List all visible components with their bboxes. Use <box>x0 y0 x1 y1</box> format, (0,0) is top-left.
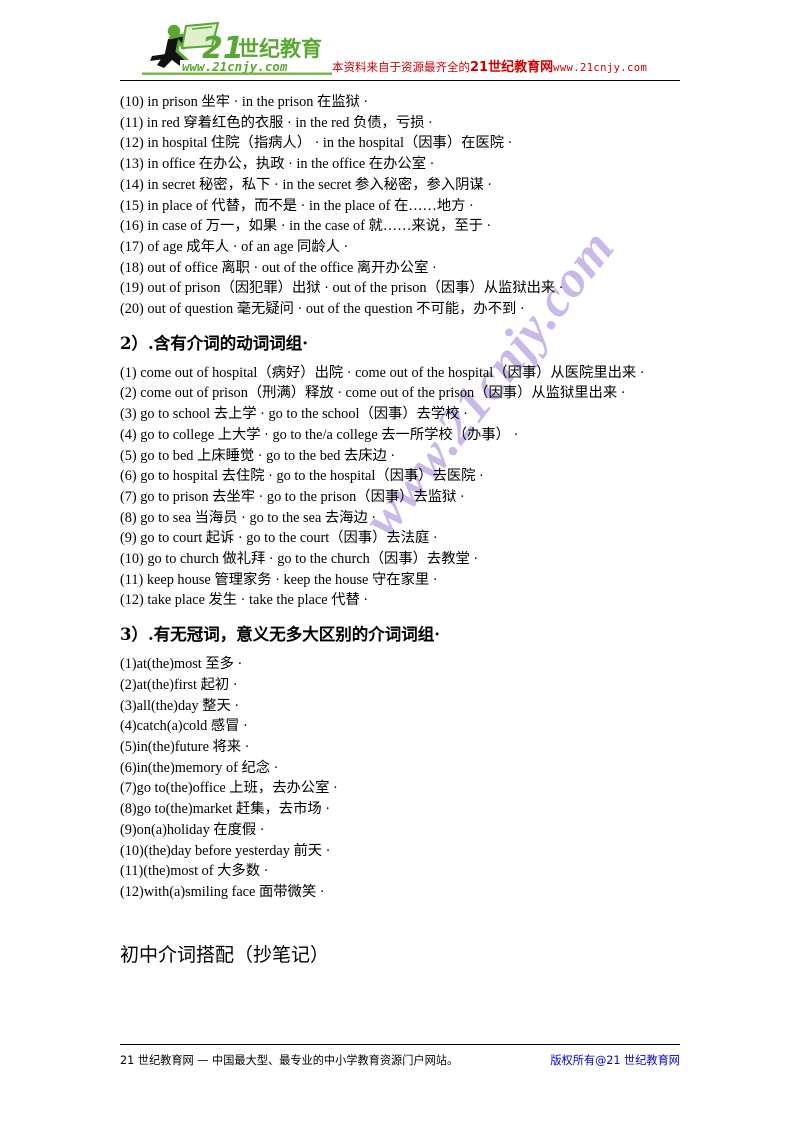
list-item: (2)at(the)first 起初 · <box>120 676 238 693</box>
list-item: (10)(the)day before yesterday 前天 · <box>120 842 331 859</box>
list-item: (20) out of question 毫无疑问 · out of the q… <box>120 301 525 318</box>
list-item: (6) go to hospital 去住院 · go to the hospi… <box>120 468 484 485</box>
list-item: (8) go to sea 当海员 · go to the sea 去海边 · <box>120 509 377 526</box>
list-item: (2) come out of prison（刑满）释放 · come out … <box>120 385 626 402</box>
document-subtitle: 初中介词搭配（抄笔记） <box>120 943 330 966</box>
document-body: (10) in prison 坐牢 · in the prison 在监狱 · … <box>120 92 680 969</box>
list-item: (10) in prison 坐牢 · in the prison 在监狱 · <box>120 94 369 110</box>
list-item: (8)go to(the)market 赶集，去市场 · <box>120 801 331 818</box>
section-heading-3: 3）.有无冠词，意义无多大区别的介词词组· <box>120 625 440 645</box>
page-footer: 21 世纪教育网 — 中国最大型、最专业的中小学教育资源门户网站。 版权所有@2… <box>120 1052 680 1068</box>
list-item: (3) go to school 去上学 · go to the school（… <box>120 406 468 423</box>
verb-phrases-group: (1) come out of hospital（病好）出院 · come ou… <box>120 363 680 611</box>
list-item: (4)catch(a)cold 感冒 · <box>120 718 248 735</box>
list-item: (5)in(the)future 将来 · <box>120 738 250 755</box>
prepositional-phrases-group: (10) in prison 坐牢 · in the prison 在监狱 · … <box>120 92 680 320</box>
list-item: (7)go to(the)office 上班，去办公室 · <box>120 780 338 797</box>
header-note-brand: 21世纪教育网 <box>470 60 554 75</box>
list-item: (12)with(a)smiling face 面带微笑 · <box>120 883 325 900</box>
svg-text:www.21cnjy.com: www.21cnjy.com <box>182 59 288 74</box>
list-item: (12) in hospital 住院（指病人） · in the hospit… <box>120 135 513 152</box>
list-item: (1)at(the)most 至多 · <box>120 656 243 673</box>
document-page: 21 世纪教育 www.21cnjy.com 本资料来自于资源最齐全的21世纪教… <box>0 0 794 1123</box>
list-item: (15) in place of 代替，而不是 · in the place o… <box>120 197 474 214</box>
footer-description: 21 世纪教育网 — 中国最大型、最专业的中小学教育资源门户网站。 <box>120 1054 459 1067</box>
list-item: (6)in(the)memory of 纪念 · <box>120 759 279 776</box>
list-item: (5) go to bed 上床睡觉 · go to the bed 去床边 · <box>120 447 396 464</box>
header-note-prefix: 本资料来自于资源最齐全的 <box>332 60 470 74</box>
list-item: (4) go to college 上大学 · go to the/a coll… <box>120 426 519 443</box>
site-logo: 21 世纪教育 www.21cnjy.com <box>142 22 332 76</box>
section-heading-2: 2）.含有介词的动词词组· <box>120 333 308 353</box>
list-item: (9) go to court 起诉 · go to the court（因事）… <box>120 530 438 547</box>
list-item: (10) go to church 做礼拜 · go to the church… <box>120 551 479 568</box>
svg-text:世纪教育: 世纪教育 <box>238 37 322 61</box>
list-item: (19) out of prison（因犯罪）出狱 · out of the p… <box>120 280 564 297</box>
list-item: (9)on(a)holiday 在度假 · <box>120 821 265 838</box>
list-item: (7) go to prison 去坐牢 · go to the prison（… <box>120 488 465 505</box>
header-source-note: 本资料来自于资源最齐全的21世纪教育网www.21cnjy.com <box>332 56 647 75</box>
list-item: (13) in office 在办公，执政 · in the office 在办… <box>120 156 435 173</box>
optional-article-phrases-group: (1)at(the)most 至多 · (2)at(the)first 起初 ·… <box>120 654 680 902</box>
list-item: (1) come out of hospital（病好）出院 · come ou… <box>120 364 645 381</box>
list-item: (12) take place 发生 · take the place 代替 · <box>120 592 369 609</box>
list-item: (14) in secret 秘密，私下 · in the secret 参入秘… <box>120 176 493 193</box>
footer-divider <box>120 1044 680 1045</box>
list-item: (16) in case of 万一，如果 · in the case of 就… <box>120 218 492 235</box>
list-item: (17) of age 成年人 · of an age 同龄人 · <box>120 238 349 255</box>
list-item: (11) keep house 管理家务 · keep the house 守在… <box>120 571 438 588</box>
list-item: (3)all(the)day 整天 · <box>120 697 240 714</box>
header-divider <box>120 80 680 81</box>
page-header: 21 世纪教育 www.21cnjy.com 本资料来自于资源最齐全的21世纪教… <box>120 22 680 80</box>
logo-brand-cn: 世纪教育 <box>238 37 322 61</box>
list-item: (18) out of office 离职 · out of the offic… <box>120 259 437 276</box>
list-item: (11) in red 穿着红色的衣服 · in the red 负债，亏损 · <box>120 114 433 131</box>
header-note-url: www.21cnjy.com <box>553 62 648 74</box>
footer-copyright: 版权所有@21 世纪教育网 <box>550 1054 680 1067</box>
list-item: (11)(the)most of 大多数 · <box>120 863 269 880</box>
